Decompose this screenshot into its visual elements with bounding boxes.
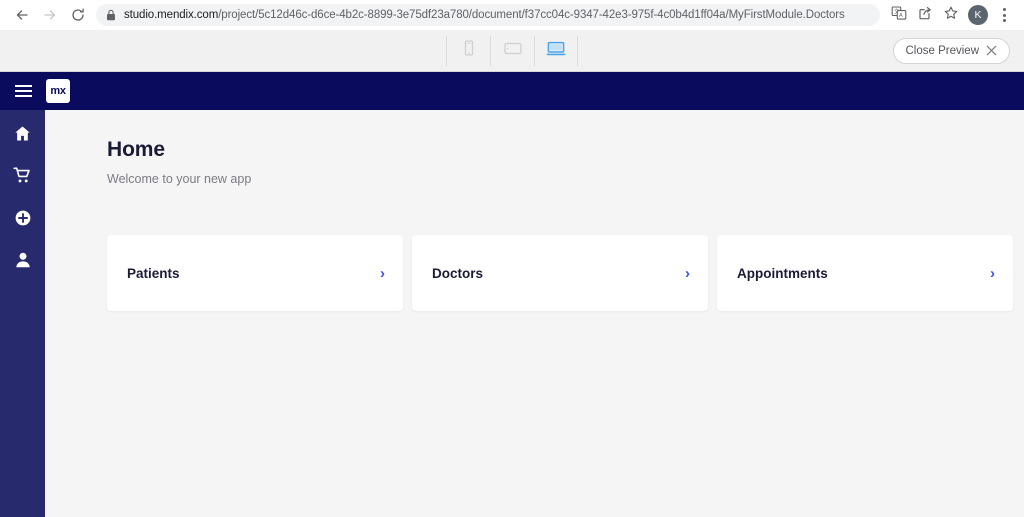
card-label: Patients xyxy=(127,265,180,281)
kebab-dot xyxy=(1002,19,1006,22)
hamburger-bar xyxy=(14,90,32,92)
hamburger-bar xyxy=(14,95,32,97)
app-menu-button[interactable] xyxy=(0,72,46,110)
device-phone-button[interactable] xyxy=(446,35,490,66)
sidebar-item-profile[interactable] xyxy=(0,250,45,274)
app-body: Home Welcome to your new app Patients › … xyxy=(0,110,1024,517)
device-selector xyxy=(446,35,578,66)
desktop-icon xyxy=(545,38,567,63)
phone-icon xyxy=(459,38,479,63)
preview-toolbar: Close Preview xyxy=(0,30,1024,72)
profile-avatar[interactable]: K xyxy=(968,5,988,25)
app-sidebar xyxy=(0,110,45,517)
tablet-icon xyxy=(502,38,524,63)
app-preview: mx Home Welcome to your new app Patients… xyxy=(0,72,1024,517)
sidebar-item-home[interactable] xyxy=(0,124,45,148)
card-appointments[interactable]: Appointments › xyxy=(717,235,1013,311)
address-bar[interactable]: studio.mendix.com/project/5c12d46c-d6ce-… xyxy=(96,4,880,26)
close-x-icon xyxy=(986,45,997,56)
url-host: studio.mendix.com xyxy=(124,9,219,21)
profile-initial: K xyxy=(974,9,982,21)
reload-icon xyxy=(70,7,86,23)
card-label: Appointments xyxy=(737,265,828,281)
chevron-right-icon: › xyxy=(380,264,385,282)
card-patients[interactable]: Patients › xyxy=(107,235,403,311)
lock-icon xyxy=(106,9,116,21)
back-arrow-icon xyxy=(14,7,30,23)
plus-circle-icon xyxy=(14,209,32,232)
shopping-cart-icon xyxy=(13,166,32,190)
user-icon xyxy=(14,251,32,274)
app-header: mx xyxy=(0,72,1024,110)
star-icon xyxy=(943,5,959,26)
back-button[interactable] xyxy=(8,1,36,29)
browser-toolbar: studio.mendix.com/project/5c12d46c-d6ce-… xyxy=(0,0,1024,30)
translate-icon: 文 A xyxy=(891,5,907,26)
reload-button[interactable] xyxy=(64,1,92,29)
share-button[interactable] xyxy=(912,2,938,28)
forward-arrow-icon xyxy=(42,7,58,23)
sidebar-item-cart[interactable] xyxy=(0,166,45,190)
page-title: Home xyxy=(107,138,165,161)
browser-menu-button[interactable] xyxy=(994,2,1014,28)
kebab-dot xyxy=(1002,13,1006,17)
sidebar-item-add[interactable] xyxy=(0,208,45,232)
forward-button[interactable] xyxy=(36,1,64,29)
svg-text:A: A xyxy=(899,13,903,19)
close-preview-button[interactable]: Close Preview xyxy=(892,37,1010,64)
kebab-dot xyxy=(1002,8,1006,11)
page-subtitle: Welcome to your new app xyxy=(107,172,252,186)
device-desktop-button[interactable] xyxy=(534,35,578,66)
mendix-logo-text: mx xyxy=(50,85,66,97)
card-doctors[interactable]: Doctors › xyxy=(412,235,708,311)
share-icon xyxy=(917,5,933,26)
chevron-right-icon: › xyxy=(685,264,690,282)
url-path: /project/5c12d46c-d6ce-4b2c-8899-3e75df2… xyxy=(218,9,845,21)
home-icon xyxy=(13,124,32,148)
bookmark-button[interactable] xyxy=(938,2,964,28)
card-row: Patients › Doctors › Appointments › xyxy=(107,235,1024,311)
card-label: Doctors xyxy=(432,265,484,281)
app-content: Home Welcome to your new app Patients › … xyxy=(45,110,1024,517)
translate-button[interactable]: 文 A xyxy=(886,2,912,28)
chevron-right-icon: › xyxy=(990,264,995,282)
url-text: studio.mendix.com/project/5c12d46c-d6ce-… xyxy=(124,9,845,21)
device-tablet-button[interactable] xyxy=(490,35,534,66)
close-preview-label: Close Preview xyxy=(905,44,980,57)
mendix-logo[interactable]: mx xyxy=(46,79,70,103)
hamburger-bar xyxy=(14,85,32,87)
